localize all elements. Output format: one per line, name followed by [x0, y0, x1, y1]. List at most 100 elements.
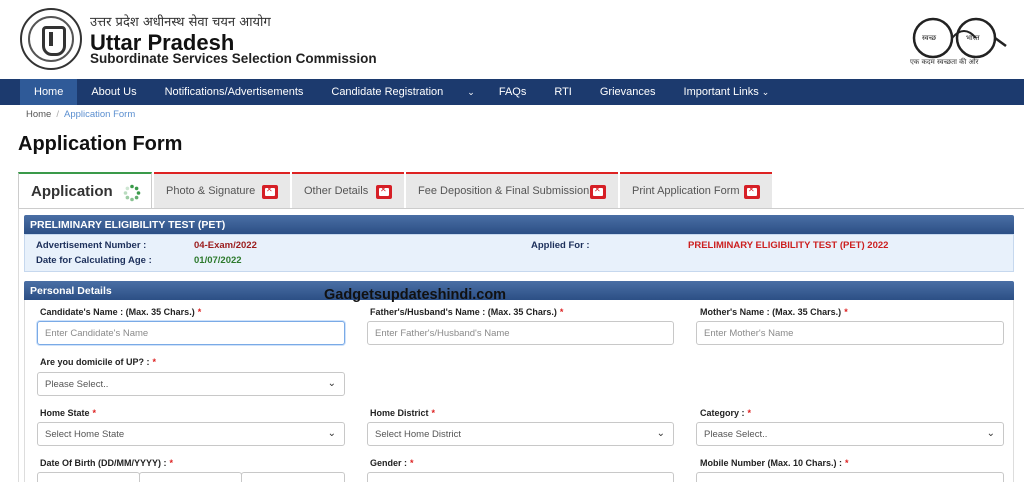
nav-faqs[interactable]: FAQs — [485, 79, 541, 105]
advertisement-number-label: Advertisement Number : — [36, 240, 147, 251]
tab-fee-submission-label: Fee Deposition & Final Submission — [418, 185, 590, 197]
dob-year-select[interactable] — [241, 472, 345, 482]
advertisement-number-value: 04-Exam/2022 — [194, 240, 257, 251]
father-name-label-text: Father's/Husband's Name : (Max. 35 Chars… — [370, 307, 557, 317]
gender-label: Gender : * — [370, 458, 414, 468]
loading-spinner-icon — [123, 184, 141, 202]
nav-grievances[interactable]: Grievances — [586, 79, 670, 105]
home-state-label-text: Home State — [40, 408, 90, 418]
required-asterisk: * — [559, 307, 564, 317]
site-header: उत्तर प्रदेश अधीनस्थ सेवा चयन आयोग Uttar… — [0, 0, 1024, 80]
commission-emblem-logo[interactable] — [20, 8, 82, 70]
age-date-value: 01/07/2022 — [194, 255, 242, 266]
breadcrumb-current: Application Form — [63, 109, 136, 120]
category-select-value: Please Select.. — [704, 428, 768, 440]
incomplete-x-icon — [590, 185, 606, 199]
applied-for-value: PRELIMINARY ELIGIBILITY TEST (PET) 2022 — [688, 240, 889, 251]
required-asterisk: * — [431, 408, 436, 418]
personal-details-form: Candidate's Name : (Max. 35 Chars.) * Fat… — [24, 300, 1014, 482]
nav-notifications[interactable]: Notifications/Advertisements — [151, 79, 318, 105]
page-title: Application Form — [18, 133, 183, 155]
chevron-down-icon[interactable]: ⌄ — [457, 79, 485, 105]
required-asterisk: * — [169, 458, 174, 468]
age-date-label: Date for Calculating Age : — [36, 255, 152, 266]
chevron-down-icon: ⌄ — [761, 86, 770, 97]
category-label-text: Category : — [700, 408, 745, 418]
exam-panel-heading: PRELIMINARY ELIGIBILITY TEST (PET) — [24, 215, 1014, 234]
breadcrumb-home[interactable]: Home — [26, 109, 51, 120]
org-subtitle: Subordinate Services Selection Commissio… — [90, 51, 377, 66]
dob-label: Date Of Birth (DD/MM/YYYY) : * — [40, 458, 173, 468]
required-asterisk: * — [747, 408, 752, 418]
home-state-select[interactable]: Select Home State ⌄ — [37, 422, 345, 446]
tab-photo-signature-label: Photo & Signature — [166, 185, 256, 197]
candidate-name-label-text: Candidate's Name : (Max. 35 Chars.) — [40, 307, 195, 317]
mobile-label: Mobile Number (Max. 10 Chars.) : * — [700, 458, 849, 468]
home-district-select[interactable]: Select Home District ⌄ — [367, 422, 674, 446]
dob-day-select[interactable] — [37, 472, 140, 482]
tab-print-application[interactable]: Print Application Form — [620, 172, 772, 208]
gender-select[interactable] — [367, 472, 674, 482]
dob-month-select[interactable] — [139, 472, 242, 482]
breadcrumb: Home / Application Form — [26, 109, 135, 120]
category-label: Category : * — [700, 408, 751, 418]
mother-name-label: Mother's Name : (Max. 35 Chars.) * — [700, 307, 848, 317]
nav-candidate-registration[interactable]: Candidate Registration — [317, 79, 457, 105]
required-asterisk: * — [152, 357, 157, 367]
tab-fee-submission[interactable]: Fee Deposition & Final Submission — [406, 172, 618, 208]
nav-about-us[interactable]: About Us — [77, 79, 150, 105]
dob-label-text: Date Of Birth (DD/MM/YYYY) : — [40, 458, 167, 468]
home-state-select-value: Select Home State — [45, 428, 125, 440]
tab-application-label: Application — [31, 182, 113, 200]
mother-name-label-text: Mother's Name : (Max. 35 Chars.) — [700, 307, 842, 317]
domicile-label: Are you domicile of UP? : * — [40, 357, 156, 367]
home-district-label: Home District * — [370, 408, 435, 418]
nav-home[interactable]: Home — [20, 79, 78, 105]
candidate-name-input[interactable]: Enter Candidate's Name — [37, 321, 345, 345]
chevron-down-icon: ⌄ — [327, 378, 336, 389]
exam-info-box: Advertisement Number : 04-Exam/2022 Date… — [24, 234, 1014, 272]
tab-other-details[interactable]: Other Details — [292, 172, 404, 208]
breadcrumb-separator: / — [56, 109, 59, 120]
father-name-label: Father's/Husband's Name : (Max. 35 Chars… — [370, 307, 563, 317]
nav-important-links[interactable]: Important Links ⌄ — [670, 79, 784, 105]
required-asterisk: * — [92, 408, 97, 418]
mother-name-input[interactable]: Enter Mother's Name — [696, 321, 1004, 345]
chevron-down-icon: ⌄ — [986, 428, 995, 439]
father-name-input[interactable]: Enter Father's/Husband's Name — [367, 321, 674, 345]
required-asterisk: * — [845, 458, 849, 468]
incomplete-x-icon — [744, 185, 760, 199]
org-name-hindi: उत्तर प्रदेश अधीनस्थ सेवा चयन आयोग — [90, 15, 271, 30]
home-district-select-value: Select Home District — [375, 428, 462, 440]
nav-rti[interactable]: RTI — [540, 79, 586, 105]
tab-photo-signature[interactable]: Photo & Signature — [154, 172, 290, 208]
category-select[interactable]: Please Select.. ⌄ — [696, 422, 1004, 446]
applied-for-label: Applied For : — [531, 240, 590, 251]
candidate-name-label: Candidate's Name : (Max. 35 Chars.) * — [40, 307, 201, 317]
required-asterisk: * — [197, 307, 202, 317]
swachh-tagline: एक कदम स्वच्छता की ओर — [910, 58, 979, 66]
required-asterisk: * — [410, 458, 414, 468]
tab-print-application-label: Print Application Form — [632, 185, 740, 197]
mobile-number-input[interactable] — [696, 472, 1004, 482]
chevron-down-icon: ⌄ — [327, 428, 336, 439]
home-state-label: Home State * — [40, 408, 96, 418]
domicile-select-value: Please Select.. — [45, 378, 109, 390]
tab-other-details-label: Other Details — [304, 185, 369, 197]
main-navbar: Home About Us Notifications/Advertisemen… — [0, 79, 1024, 105]
domicile-label-text: Are you domicile of UP? : — [40, 357, 150, 367]
personal-details-heading: Personal Details — [24, 281, 1014, 300]
incomplete-x-icon — [262, 185, 278, 199]
gender-label-text: Gender : — [370, 458, 408, 468]
tab-application[interactable]: Application — [18, 172, 152, 208]
nav-important-links-label: Important Links — [683, 86, 759, 98]
required-asterisk: * — [844, 307, 848, 317]
emblem-inner-icon — [28, 16, 74, 62]
swachh-word-1: स्वच्छ — [922, 34, 937, 42]
home-district-label-text: Home District — [370, 408, 429, 418]
chevron-down-icon: ⌄ — [656, 428, 665, 439]
mobile-label-text: Mobile Number (Max. 10 Chars.) : — [700, 458, 843, 468]
swachh-word-2: भारत — [966, 34, 981, 42]
incomplete-x-icon — [376, 185, 392, 199]
domicile-select[interactable]: Please Select.. ⌄ — [37, 372, 345, 396]
